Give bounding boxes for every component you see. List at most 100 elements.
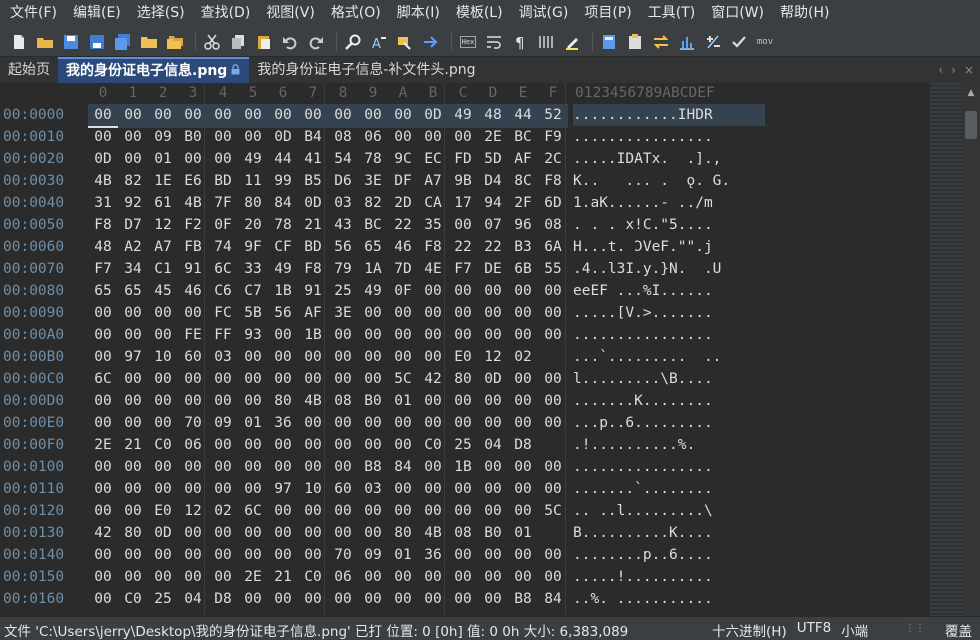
hex-byte[interactable]: F8: [418, 236, 448, 258]
hex-byte[interactable]: 9F: [238, 236, 268, 258]
hex-toggle-icon[interactable]: Hex: [457, 31, 479, 53]
hex-byte[interactable]: 00: [178, 390, 208, 412]
hex-byte[interactable]: 0D: [88, 148, 118, 170]
hex-editor[interactable]: 0123456789ABCDEF 0123456789ABCDEF 00:000…: [0, 83, 980, 616]
hex-byte[interactable]: 00: [268, 544, 298, 566]
hex-byte[interactable]: 6C: [238, 500, 268, 522]
status-mode[interactable]: 十六进制(H): [712, 620, 787, 640]
hex-byte[interactable]: 22: [388, 214, 418, 236]
hex-byte[interactable]: 00: [118, 478, 148, 500]
hex-byte[interactable]: 00: [328, 588, 358, 610]
hex-byte[interactable]: 25: [148, 588, 178, 610]
save-icon[interactable]: [60, 31, 82, 53]
hex-byte[interactable]: 01: [238, 412, 268, 434]
hex-byte[interactable]: 00: [388, 346, 418, 368]
hex-byte[interactable]: 70: [328, 544, 358, 566]
hex-byte[interactable]: 8C: [508, 170, 538, 192]
hex-byte[interactable]: 0D: [298, 192, 328, 214]
hex-byte[interactable]: 00: [538, 566, 568, 588]
hex-byte[interactable]: C0: [118, 588, 148, 610]
hex-byte[interactable]: 00: [538, 390, 568, 412]
hex-byte[interactable]: 00: [178, 544, 208, 566]
hex-byte[interactable]: 00: [88, 412, 118, 434]
hex-byte[interactable]: 00: [538, 368, 568, 390]
goto-icon[interactable]: [420, 31, 442, 53]
hex-byte[interactable]: 00: [358, 434, 388, 456]
hex-byte[interactable]: BC: [358, 214, 388, 236]
row-ascii[interactable]: .....[V.>.......: [573, 302, 765, 324]
hex-byte[interactable]: 00: [328, 104, 358, 128]
hex-byte[interactable]: 00: [508, 368, 538, 390]
hex-byte[interactable]: F9: [538, 126, 568, 148]
tab-scroll-right-icon[interactable]: ›: [951, 63, 956, 77]
hex-byte[interactable]: A2: [118, 236, 148, 258]
row-ascii[interactable]: ............IHDR: [573, 104, 765, 126]
hex-byte[interactable]: 00: [388, 302, 418, 324]
row-ascii[interactable]: ..%. ...........: [573, 588, 765, 610]
hex-byte[interactable]: 00: [208, 104, 238, 128]
menu-item-4[interactable]: 视图(V): [258, 0, 323, 27]
hex-byte[interactable]: 00: [388, 434, 418, 456]
hex-byte[interactable]: 2E: [238, 566, 268, 588]
hex-byte[interactable]: 84: [268, 192, 298, 214]
hex-byte[interactable]: 00: [448, 412, 478, 434]
hex-byte[interactable]: C7: [238, 280, 268, 302]
hex-byte[interactable]: 46: [178, 280, 208, 302]
hex-byte[interactable]: B5: [298, 170, 328, 192]
hex-byte[interactable]: 99: [268, 170, 298, 192]
hex-byte[interactable]: 00: [418, 390, 448, 412]
row-ascii[interactable]: .4..l3I.y.}N. .U: [573, 258, 765, 280]
hex-byte[interactable]: EC: [418, 148, 448, 170]
hex-byte[interactable]: 00: [418, 478, 448, 500]
hex-byte[interactable]: 00: [268, 588, 298, 610]
hex-byte[interactable]: 00: [388, 566, 418, 588]
tab-scroll-left-icon[interactable]: ‹: [938, 63, 943, 77]
status-endian[interactable]: 小端: [841, 620, 868, 640]
clipboard-icon[interactable]: [624, 31, 646, 53]
find-in-files-icon[interactable]: [394, 31, 416, 53]
hex-byte[interactable]: 00: [118, 302, 148, 324]
hex-byte[interactable]: 00: [298, 104, 328, 128]
hex-byte[interactable]: 00: [478, 566, 508, 588]
hex-byte[interactable]: 00: [88, 478, 118, 500]
hex-byte[interactable]: 79: [328, 258, 358, 280]
hex-byte[interactable]: 00: [118, 500, 148, 522]
hex-byte[interactable]: 00: [268, 434, 298, 456]
hex-byte[interactable]: 00: [298, 588, 328, 610]
hex-byte[interactable]: 00: [88, 346, 118, 368]
hex-byte[interactable]: 9B: [448, 170, 478, 192]
hex-byte[interactable]: 00: [448, 126, 478, 148]
save-as-icon[interactable]: [86, 31, 108, 53]
hex-byte[interactable]: DE: [478, 258, 508, 280]
hex-byte[interactable]: 20: [238, 214, 268, 236]
hex-byte[interactable]: 00: [148, 566, 178, 588]
hex-byte[interactable]: 00: [358, 368, 388, 390]
hex-byte[interactable]: 00: [508, 478, 538, 500]
hex-byte[interactable]: 00: [328, 522, 358, 544]
hex-byte[interactable]: 6C: [208, 258, 238, 280]
hex-byte[interactable]: 00: [88, 566, 118, 588]
hex-byte[interactable]: 00: [358, 522, 388, 544]
hex-byte[interactable]: 02: [508, 346, 538, 368]
hex-byte[interactable]: 00: [178, 302, 208, 324]
hex-byte[interactable]: B0: [478, 522, 508, 544]
hex-byte[interactable]: 00: [538, 302, 568, 324]
hex-byte[interactable]: 36: [418, 544, 448, 566]
hex-byte[interactable]: CA: [418, 192, 448, 214]
hex-byte[interactable]: D8: [208, 588, 238, 610]
hex-byte[interactable]: B0: [178, 126, 208, 148]
hex-byte[interactable]: 54: [328, 148, 358, 170]
row-ascii[interactable]: ................: [573, 456, 765, 478]
scroll-thumb[interactable]: [965, 111, 977, 139]
hex-byte[interactable]: A7: [148, 236, 178, 258]
tab-close-icon[interactable]: ×: [964, 63, 974, 77]
hex-byte[interactable]: 00: [418, 500, 448, 522]
row-ascii[interactable]: . . . x!C."5....: [573, 214, 765, 236]
hex-byte[interactable]: 31: [88, 192, 118, 214]
hex-byte[interactable]: 00: [418, 588, 448, 610]
hex-byte[interactable]: E0: [148, 500, 178, 522]
hex-byte[interactable]: 00: [478, 280, 508, 302]
tab-second-file[interactable]: 我的身份证电子信息-补文件头.png: [249, 57, 483, 83]
hex-byte[interactable]: 80: [388, 522, 418, 544]
hex-byte[interactable]: 00: [118, 566, 148, 588]
